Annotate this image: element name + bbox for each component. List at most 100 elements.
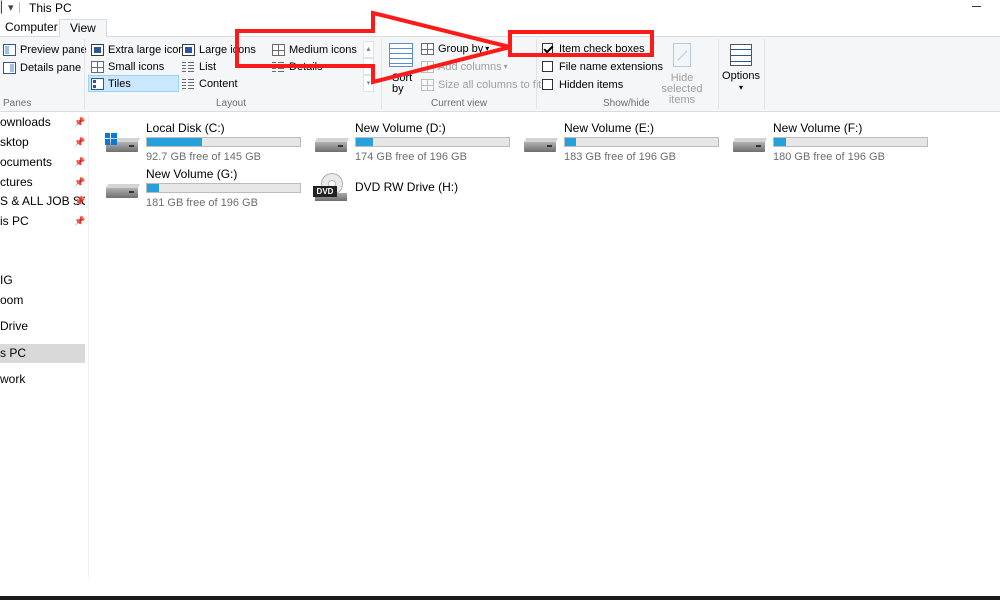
preview-pane-button[interactable]: Preview pane [3,41,87,58]
details-pane-icon [3,61,16,74]
file-name-extensions-checkbox[interactable] [542,61,553,72]
hide-selected-label: Hide selected [661,72,703,95]
drive-usage-bar [355,137,510,147]
options-button[interactable]: Options ▾ [721,44,761,93]
tab-computer[interactable]: Computer [0,19,65,37]
list-icon [182,60,195,73]
nav-pane-divider[interactable] [88,114,89,577]
hard-drive-icon [104,179,140,199]
nav-item-documents[interactable]: ocuments 📌 [0,153,85,172]
nav-item-downloads[interactable]: ownloads 📌 [0,113,85,132]
extra-large-icons-button[interactable]: Extra large icons [91,41,190,58]
annotation-arrow [235,10,511,85]
drive-tile[interactable]: New Volume (F:) 180 GB free of 196 GB [731,121,931,163]
drive-free-space: 180 GB free of 196 GB [773,151,885,163]
drive-free-space: 183 GB free of 196 GB [564,151,676,163]
window-title: This PC [29,1,72,15]
preview-pane-label: Preview pane [20,43,87,56]
drive-usage-fill [147,184,160,192]
options-dropdown-icon: ▾ [738,83,743,92]
hidden-items-checkbox[interactable] [542,79,553,90]
status-bar [0,577,1000,596]
list-button[interactable]: List [182,58,216,75]
pin-icon: 📌 [74,216,85,226]
annotation-highlight-box [508,30,654,57]
drive-tile[interactable]: New Volume (E:) 183 GB free of 196 GB [522,121,722,163]
drive-name: New Volume (E:) [564,121,655,135]
drive-usage-bar [146,137,301,147]
nav-item-ig[interactable]: IG [0,271,85,290]
drive-usage-bar [773,137,928,147]
drive-tile[interactable]: Local Disk (C:) 92.7 GB free of 145 GB [104,121,304,163]
nav-item-zoom[interactable]: oom [0,291,85,310]
small-icons-icon [91,60,104,73]
drive-usage-bar [564,137,719,147]
group-label-panes: Panes [3,98,32,109]
tiles-label: Tiles [108,77,131,90]
small-icons-label: Small icons [108,60,165,73]
large-icons-icon [182,43,195,56]
group-separator [84,39,85,109]
drive-free-space: 92.7 GB free of 145 GB [146,151,261,163]
dvd-badge: DVD [313,186,337,197]
drive-name: Local Disk (C:) [146,121,225,135]
pin-icon: 📌 [74,177,85,187]
drive-tile[interactable]: New Volume (G:) 181 GB free of 196 GB [104,167,304,209]
tiles-icon [91,77,104,90]
drive-tile[interactable]: DVD DVD RW Drive (H:) [313,167,513,207]
options-icon [730,44,752,66]
drive-name: DVD RW Drive (H:) [355,180,459,194]
drive-free-space: 174 GB free of 196 GB [355,151,467,163]
title-separator [19,2,20,13]
extra-large-icons-label: Extra large icons [108,43,190,56]
hard-drive-icon [522,133,558,153]
pin-icon: 📌 [74,137,85,147]
details-pane-button[interactable]: Details pane [3,59,81,76]
pin-icon: 📌 [74,157,85,167]
nav-item-this-pc[interactable]: s PC [0,344,85,363]
hidden-items-label: Hidden items [559,78,624,91]
quick-access-dropdown-icon[interactable]: ▾ [8,1,14,14]
pin-icon: 📌 [74,117,85,127]
nav-item-pictures[interactable]: ctures 📌 [0,173,85,192]
minimize-icon[interactable] [972,6,981,7]
hidden-items-toggle[interactable]: Hidden items [542,76,623,93]
preview-pane-icon [3,43,16,56]
drive-usage-fill [356,138,373,146]
nav-item-onedrive[interactable]: Drive [0,317,85,336]
nav-item-this-pc-pinned[interactable]: is PC 📌 [0,212,85,231]
options-label: Options [722,70,760,82]
group-separator [764,39,765,109]
tab-view[interactable]: View [59,19,107,38]
dvd-drive-icon: DVD [313,169,349,203]
nav-item-network[interactable]: work [0,370,85,389]
navigation-pane: ownloads 📌 sktop 📌 ocuments 📌 ctures 📌 S & A… [0,112,88,577]
drive-usage-fill [147,138,203,146]
details-pane-label: Details pane [20,61,82,74]
list-label: List [199,60,217,73]
hide-selected-label-line2: items [668,94,696,106]
file-name-extensions-toggle[interactable]: File name extensions [542,58,663,75]
drive-name: New Volume (D:) [355,121,446,135]
nav-item-jobs-folder[interactable]: S & ALL JOB SOI 📌 [0,192,85,211]
hard-drive-icon [313,133,349,153]
drive-free-space: 181 GB free of 196 GB [146,197,258,209]
tiles-button[interactable]: Tiles [91,75,131,92]
file-name-extensions-label: File name extensions [559,60,663,73]
extra-large-icons-icon [91,43,104,56]
content-label: Content [199,77,238,90]
pin-icon: 📌 [74,196,85,206]
content-icon [182,77,195,90]
small-icons-button[interactable]: Small icons [91,58,164,75]
nav-item-desktop[interactable]: sktop 📌 [0,133,85,152]
system-drive-icon [104,133,140,153]
hard-drive-icon [731,133,767,153]
hide-selected-items-button[interactable]: Hide selected items [651,43,713,106]
content-button[interactable]: Content [182,75,238,92]
drive-name: New Volume (F:) [773,121,863,135]
drive-tile[interactable]: New Volume (D:) 174 GB free of 196 GB [313,121,513,163]
hide-selected-items-icon [673,43,691,67]
drive-usage-fill [565,138,576,146]
drive-name: New Volume (G:) [146,167,238,181]
group-separator [718,39,719,109]
